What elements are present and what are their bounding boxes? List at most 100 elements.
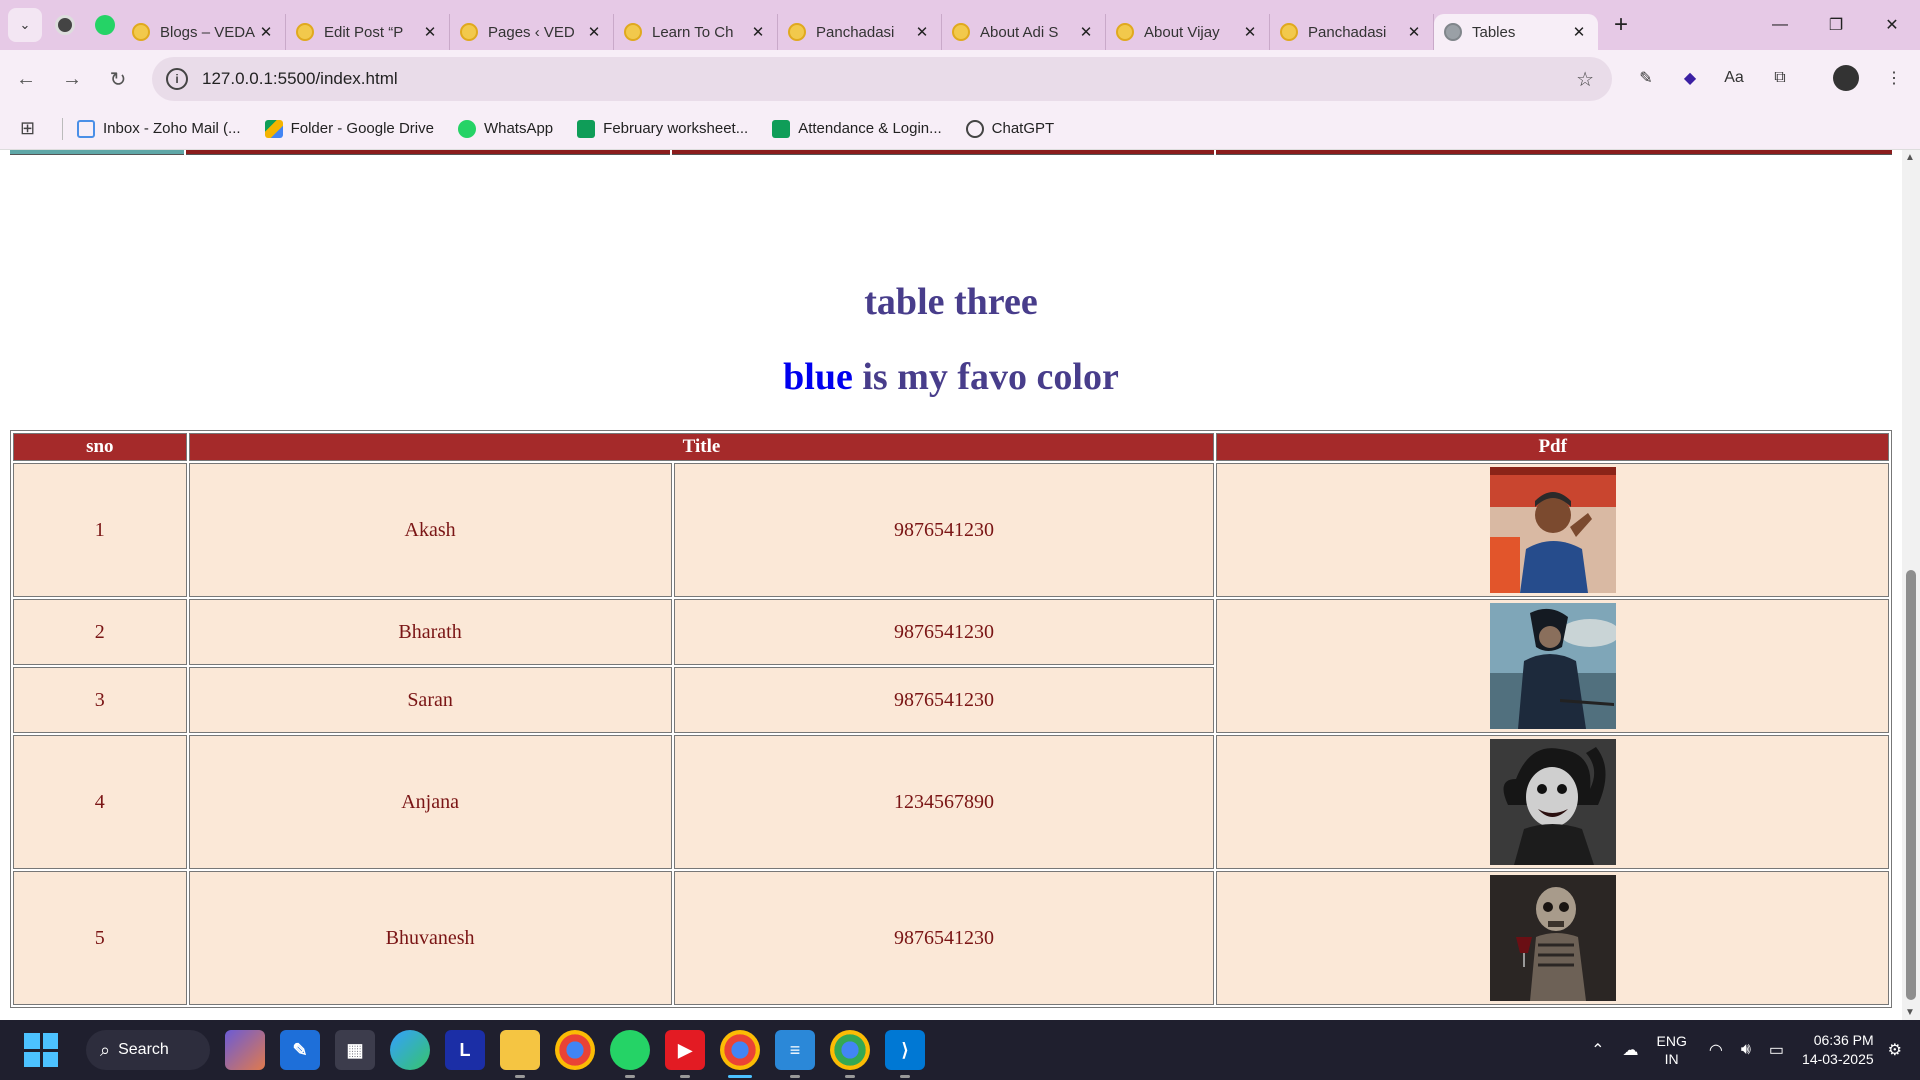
file-explorer-icon[interactable] <box>500 1030 540 1078</box>
browser-menu-icon[interactable]: ⋮ <box>1876 60 1912 96</box>
bookmark-zoho-mail[interactable]: Inbox - Zoho Mail (... <box>77 119 241 138</box>
browser-tab-active[interactable]: Tables ✕ <box>1434 14 1598 50</box>
close-tab-icon[interactable]: ✕ <box>913 23 931 41</box>
cell-phone: 1234567890 <box>673 735 1215 869</box>
extensions-puzzle-icon[interactable]: ⧉ <box>1762 60 1798 96</box>
url-text[interactable]: 127.0.0.1:5500/index.html <box>202 69 398 89</box>
close-tab-icon[interactable]: ✕ <box>1077 23 1095 41</box>
close-tab-icon[interactable]: ✕ <box>421 23 439 41</box>
photo-samurai-warrior <box>1489 603 1616 729</box>
diamond-extension-icon[interactable]: ◆ <box>1672 60 1708 96</box>
bookmark-google-drive[interactable]: Folder - Google Drive <box>264 119 434 138</box>
minimize-icon[interactable]: — <box>1752 0 1808 50</box>
pinned-tab-chatgpt[interactable] <box>48 8 82 42</box>
pen-extension-icon[interactable]: ✎ <box>1628 60 1664 96</box>
sheets-icon <box>577 119 596 138</box>
browser-tab[interactable]: Panchadasi ✕ <box>1270 14 1434 50</box>
header-pdf: Pdf <box>1216 433 1889 461</box>
volume-icon[interactable]: 🔊︎ <box>1741 1041 1751 1059</box>
page-scrollbar[interactable]: ▲ ▼ <box>1902 150 1920 1020</box>
cell-name: Bharath <box>188 599 672 665</box>
bookmarks-bar: ⊞ Inbox - Zoho Mail (... Folder - Google… <box>0 108 1920 150</box>
close-window-icon[interactable]: ✕ <box>1864 0 1920 50</box>
date: 14-03-2025 <box>1802 1051 1874 1067</box>
forward-arrow-icon[interactable]: → <box>52 59 92 99</box>
tab-search-chevron-icon[interactable]: ⌄ <box>8 8 42 42</box>
browser-tab[interactable]: About Adi S ✕ <box>942 14 1106 50</box>
onedrive-cloud-icon[interactable]: ☁ <box>1623 1040 1639 1060</box>
browser-tab[interactable]: About Vijay ✕ <box>1106 14 1270 50</box>
search-icon: ⌕ <box>100 1039 111 1060</box>
site-favicon-icon <box>624 23 642 41</box>
copilot-icon[interactable] <box>225 1030 265 1070</box>
pinned-tab-whatsapp[interactable] <box>88 8 122 42</box>
scrollbar-thumb[interactable] <box>1906 570 1916 1000</box>
scroll-up-arrow-icon[interactable]: ▲ <box>1905 152 1915 163</box>
browser-tab[interactable]: Pages ‹ VED ✕ <box>450 14 614 50</box>
language-indicator[interactable]: ENG IN <box>1657 1032 1687 1068</box>
drive-icon <box>264 119 283 138</box>
data-table: sno Title Pdf 1 Akash 9876541230 2 Bhara… <box>10 430 1892 1008</box>
browser-tab[interactable]: Blogs – VEDA ✕ <box>122 14 286 50</box>
cell-name: Anjana <box>188 735 672 869</box>
notification-gear-icon[interactable]: ⚙ <box>1888 1040 1902 1060</box>
cell-name: Bhuvanesh <box>188 871 672 1005</box>
browser-tab[interactable]: Edit Post “P ✕ <box>286 14 450 50</box>
scroll-down-arrow-icon[interactable]: ▼ <box>1905 1007 1915 1018</box>
header-sno: sno <box>13 433 187 461</box>
apps-grid-icon[interactable]: ⊞ <box>20 118 50 139</box>
cell-image <box>1216 871 1889 1005</box>
browser-tab[interactable]: Panchadasi ✕ <box>778 14 942 50</box>
restore-icon[interactable]: ❐ <box>1808 0 1864 50</box>
photo-joker-face <box>1489 739 1616 865</box>
cell-image <box>1216 599 1889 733</box>
window-controls: — ❐ ✕ <box>1752 0 1920 50</box>
bookmark-chatgpt[interactable]: ChatGPT <box>965 119 1054 138</box>
cell-sno: 3 <box>13 667 187 733</box>
whatsapp-icon[interactable] <box>610 1030 650 1078</box>
close-tab-icon[interactable]: ✕ <box>257 23 275 41</box>
l-app-icon[interactable]: L <box>445 1030 485 1070</box>
back-arrow-icon[interactable]: ← <box>6 59 46 99</box>
close-tab-icon[interactable]: ✕ <box>1405 23 1423 41</box>
edge-icon[interactable] <box>390 1030 430 1070</box>
close-tab-icon[interactable]: ✕ <box>585 23 603 41</box>
tab-title: Learn To Ch <box>652 23 734 41</box>
close-tab-icon[interactable]: ✕ <box>1570 23 1588 41</box>
reader-aa-icon[interactable]: Aa <box>1716 60 1752 96</box>
battery-icon[interactable]: ▭ <box>1769 1040 1784 1060</box>
bookmark-star-icon[interactable]: ☆ <box>1576 67 1594 92</box>
chrome-profile-icon[interactable] <box>720 1030 760 1078</box>
notepad-icon[interactable]: ≡ <box>775 1030 815 1078</box>
youtube-app-icon[interactable]: ▶ <box>665 1030 705 1078</box>
clock[interactable]: 06:36 PM 14-03-2025 <box>1802 1031 1874 1069</box>
site-info-icon[interactable]: i <box>166 68 188 90</box>
taskbar-search[interactable]: ⌕ Search <box>86 1030 210 1070</box>
tab-title: Blogs – VEDA <box>160 23 256 41</box>
bookmark-february-worksheet[interactable]: February worksheet... <box>577 119 748 138</box>
wifi-icon[interactable]: ◠ <box>1709 1040 1723 1060</box>
cell-phone: 9876541230 <box>673 667 1215 733</box>
tab-title: About Vijay <box>1144 23 1220 41</box>
pen-app-icon[interactable]: ✎ <box>280 1030 320 1070</box>
cell-sno: 2 <box>13 599 187 665</box>
bookmark-attendance-login[interactable]: Attendance & Login... <box>772 119 942 138</box>
vscode-icon[interactable]: ⟩ <box>885 1030 925 1078</box>
reload-icon[interactable]: ↻ <box>98 59 138 99</box>
close-tab-icon[interactable]: ✕ <box>1241 23 1259 41</box>
chrome-second-profile-icon[interactable] <box>830 1030 870 1078</box>
chrome-icon[interactable] <box>555 1030 595 1070</box>
profile-avatar[interactable] <box>1828 60 1864 96</box>
chevron-up-icon[interactable]: ⌃ <box>1591 1040 1604 1060</box>
new-tab-plus-icon[interactable]: + <box>1604 11 1638 39</box>
chatgpt-icon <box>55 15 75 35</box>
search-label: Search <box>118 1041 169 1058</box>
bookmark-whatsapp[interactable]: WhatsApp <box>457 119 553 138</box>
browser-toolbar: ← → ↻ i 127.0.0.1:5500/index.html ☆ ✎ ◆ … <box>0 50 1920 108</box>
cell-phone: 9876541230 <box>673 599 1215 665</box>
close-tab-icon[interactable]: ✕ <box>749 23 767 41</box>
browser-tab[interactable]: Learn To Ch ✕ <box>614 14 778 50</box>
address-bar[interactable]: i 127.0.0.1:5500/index.html ☆ <box>152 57 1612 101</box>
windows-start-icon[interactable] <box>24 1033 58 1067</box>
store-icon[interactable]: ▦ <box>335 1030 375 1070</box>
